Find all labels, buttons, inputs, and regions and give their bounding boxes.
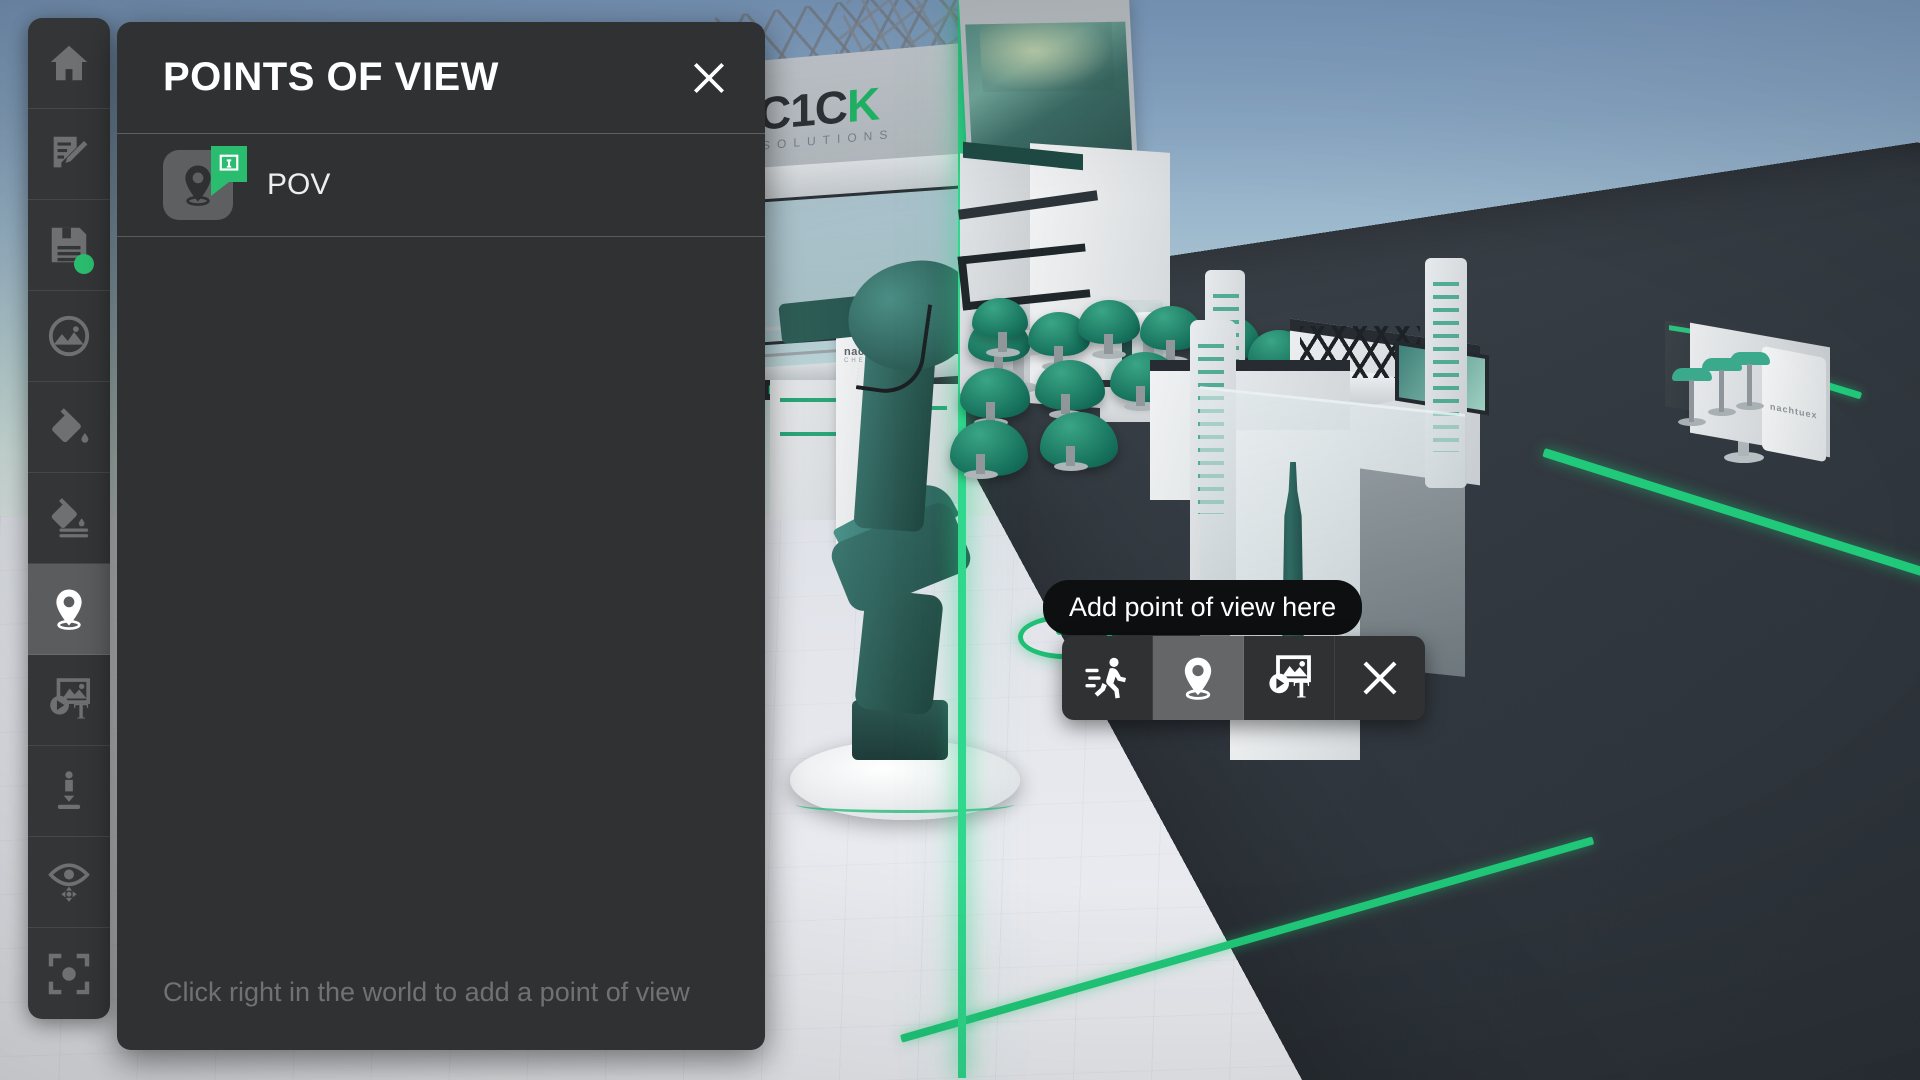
points-of-view-panel: POINTS OF VIEW POV Click right in the wo… — [117, 22, 765, 1050]
panel-hint-text: Click right in the world to add a point … — [163, 977, 690, 1007]
list-item-label: POV — [267, 168, 331, 201]
paint-floor-icon — [51, 498, 89, 538]
edit-document-icon — [53, 136, 88, 168]
tool-sidebar: T — [28, 18, 110, 1019]
close-icon — [694, 62, 724, 93]
pov-flag-badge — [211, 146, 247, 196]
location-pin-icon — [1184, 657, 1212, 700]
sidebar-item-avatar[interactable] — [28, 746, 110, 837]
close-icon — [1363, 661, 1397, 695]
person-ground-icon — [57, 771, 81, 810]
page-title: POINTS OF VIEW — [163, 55, 499, 99]
sidebar-item-pov[interactable] — [28, 564, 110, 655]
context-button-close[interactable] — [1335, 636, 1425, 720]
pov-flag-icon — [219, 154, 239, 171]
bar-stool — [1730, 352, 1770, 410]
focus-target-icon — [48, 953, 90, 994]
paint-bucket-icon — [52, 408, 89, 443]
sidebar-item-save[interactable] — [28, 200, 110, 291]
eye-move-icon — [48, 863, 90, 902]
pov-thumbnail — [163, 146, 247, 220]
media-text-icon: T — [1269, 655, 1311, 702]
svg-text:T: T — [1293, 678, 1309, 702]
home-icon — [50, 45, 88, 81]
hanging-display-screen — [958, 0, 1138, 183]
sidebar-item-paint[interactable] — [28, 382, 110, 473]
context-button-add-media[interactable]: T — [1244, 636, 1335, 720]
panel-header: POINTS OF VIEW — [117, 22, 765, 134]
context-button-walk[interactable] — [1062, 636, 1153, 720]
sidebar-item-edit[interactable] — [28, 109, 110, 200]
list-item[interactable]: POV — [117, 134, 765, 237]
panel-close-button[interactable] — [683, 52, 735, 104]
location-pin-icon — [56, 589, 82, 630]
svg-text:T: T — [74, 698, 89, 723]
sidebar-item-floor[interactable] — [28, 473, 110, 564]
context-button-add-pov[interactable] — [1153, 636, 1244, 720]
media-text-icon: T — [50, 678, 90, 723]
sidebar-item-visibility[interactable] — [28, 837, 110, 928]
sidebar-item-environment[interactable] — [28, 291, 110, 382]
context-tooltip: Add point of view here — [1043, 580, 1363, 635]
pov-list: POV — [117, 134, 765, 237]
save-status-badge — [74, 254, 94, 274]
sidebar-item-home[interactable] — [28, 18, 110, 109]
app-root: C1CK SOLUTIONS DEVELOPING nachtuex CHEMI… — [0, 0, 1920, 1080]
right-signage: nachtuex — [1762, 345, 1826, 463]
running-person-icon — [1085, 657, 1126, 699]
sidebar-item-focus[interactable] — [28, 928, 110, 1019]
sidebar-item-media[interactable]: T — [28, 655, 110, 746]
right-signage-text: nachtuex — [1770, 401, 1818, 421]
landscape-circle-icon — [48, 315, 90, 357]
context-toolbar: T — [1062, 636, 1425, 720]
